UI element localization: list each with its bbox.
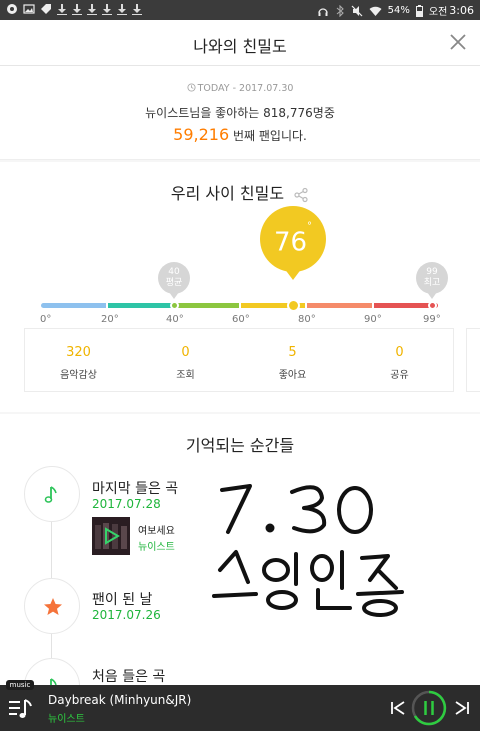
clock-time: 3:06 [449, 4, 474, 17]
last-listened-date: 2017.07.28 [92, 497, 161, 511]
next-stats-card [466, 328, 480, 392]
next-icon[interactable] [454, 700, 470, 716]
intimacy-title: 우리 사이 친밀도 [0, 180, 480, 204]
tick-label: 99° [423, 314, 441, 325]
battery-icon [415, 4, 423, 17]
previous-icon[interactable] [390, 700, 406, 716]
download-icon [117, 3, 127, 15]
tag-icon [41, 4, 51, 14]
max-marker: 99 최고 [416, 262, 448, 294]
wifi-icon [369, 6, 382, 16]
fan-day-date: 2017.07.26 [92, 608, 161, 622]
mute-icon [351, 5, 363, 16]
download-icon [72, 3, 82, 15]
music-note-icon [24, 466, 80, 522]
playlist-icon[interactable] [8, 698, 36, 720]
first-listened-label: 처음 들은 곡 [92, 669, 166, 685]
mini-player[interactable]: Daybreak (Minhyun&JR) 뉴이스트 [0, 685, 480, 731]
play-icon[interactable] [102, 527, 120, 545]
now-playing-artist: 뉴이스트 [48, 714, 85, 725]
handwriting-note [212, 484, 404, 617]
today-date: TODAY - 2017.07.30 [0, 83, 480, 94]
tick-label: 80° [298, 314, 316, 325]
memories-title: 기억되는 순간들 [185, 436, 295, 455]
scale-bar-segment [307, 303, 372, 308]
music-tag: music [6, 680, 34, 690]
scale-bar-segment [41, 303, 106, 308]
close-icon[interactable] [446, 30, 470, 54]
tick-label: 60° [232, 314, 250, 325]
fan-rank-number: 59,216 [173, 125, 230, 144]
download-icon [87, 3, 97, 15]
scale-bar-segment [174, 303, 239, 308]
status-system: 54% 오전 3:06 [317, 3, 474, 18]
download-icon [132, 3, 142, 15]
battery-percent: 54% [387, 5, 410, 16]
average-marker: 40 평균 [158, 262, 190, 294]
tick-label: 20° [101, 314, 119, 325]
stat-views[interactable]: 0 조회 [132, 329, 239, 391]
song-title: 여보세요 [138, 526, 175, 537]
share-icon[interactable] [293, 187, 309, 203]
star-icon [24, 578, 80, 634]
stat-shares[interactable]: 0 공유 [346, 329, 453, 391]
tick-label: 90° [364, 314, 382, 325]
headphones-icon [318, 7, 328, 16]
clock-ampm: 오전 [428, 7, 448, 18]
stat-likes[interactable]: 5 좋아요 [239, 329, 346, 391]
fan-day-label: 팬이 된 날 [92, 592, 153, 608]
page-title: 나와의 친밀도 [193, 37, 287, 56]
today-card: TODAY - 2017.07.30 뉴이스트님을 좋아하는 818,776명중… [0, 66, 480, 160]
fan-rank-suffix: 번째 팬입니다. [232, 129, 307, 143]
score-dot [287, 299, 300, 312]
score-bubble: 76° [260, 206, 326, 272]
clock-icon [187, 83, 196, 92]
score-bubble-tail [284, 268, 302, 280]
stats-card: 320 음악감상 0 조회 5 좋아요 0 공유 [24, 328, 454, 392]
last-listened-label: 마지막 들은 곡 [92, 481, 179, 497]
max-marker-tail [427, 292, 437, 299]
fan-count-text: 뉴이스트님을 좋아하는 818,776명중 [145, 106, 335, 120]
status-notifications [6, 3, 142, 15]
scale-bar-segment [107, 303, 172, 308]
now-playing-title: Daybreak (Minhyun&JR) [48, 693, 192, 707]
song-artist: 뉴이스트 [138, 542, 175, 553]
tick-label: 40° [166, 314, 184, 325]
intimacy-card: 우리 사이 친밀도 76° 40 평균 99 최고 0° 20° 40° 60°… [0, 162, 480, 412]
pause-icon[interactable] [411, 690, 447, 726]
stat-listens[interactable]: 320 음악감상 [25, 329, 132, 391]
app-icon [7, 4, 17, 14]
status-bar: 54% 오전 3:06 [0, 0, 480, 20]
average-dot [170, 301, 179, 310]
bluetooth-icon [336, 4, 344, 17]
average-marker-tail [169, 292, 179, 299]
download-icon [102, 3, 112, 15]
tick-label: 0° [40, 314, 52, 325]
fan-rank-text: 59,216 번째 팬입니다. [0, 125, 480, 144]
max-dot [428, 301, 437, 310]
download-icon [57, 3, 67, 15]
image-icon [23, 4, 35, 14]
header: 나와의 친밀도 [0, 20, 480, 66]
